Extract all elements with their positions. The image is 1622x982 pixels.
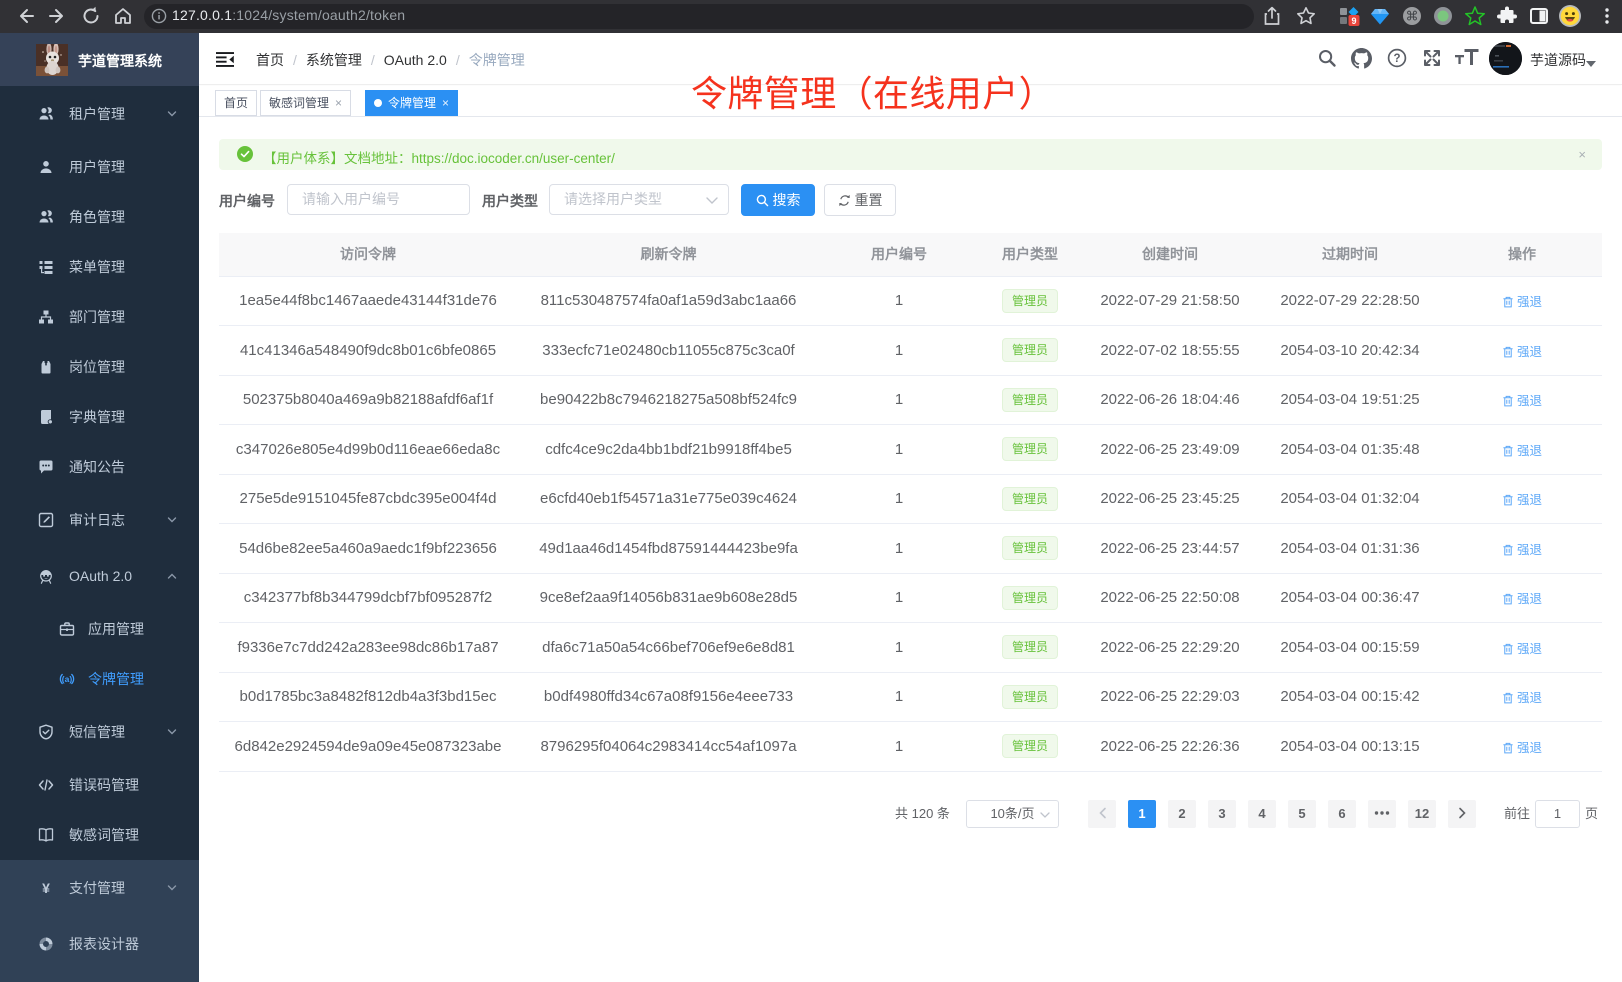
svg-text:⌘: ⌘ <box>1406 9 1419 24</box>
svg-text:¥: ¥ <box>42 880 50 896</box>
svg-text:?: ? <box>1393 53 1400 65</box>
svg-text:9: 9 <box>1351 16 1356 26</box>
svg-text:(a): (a) <box>62 674 73 684</box>
